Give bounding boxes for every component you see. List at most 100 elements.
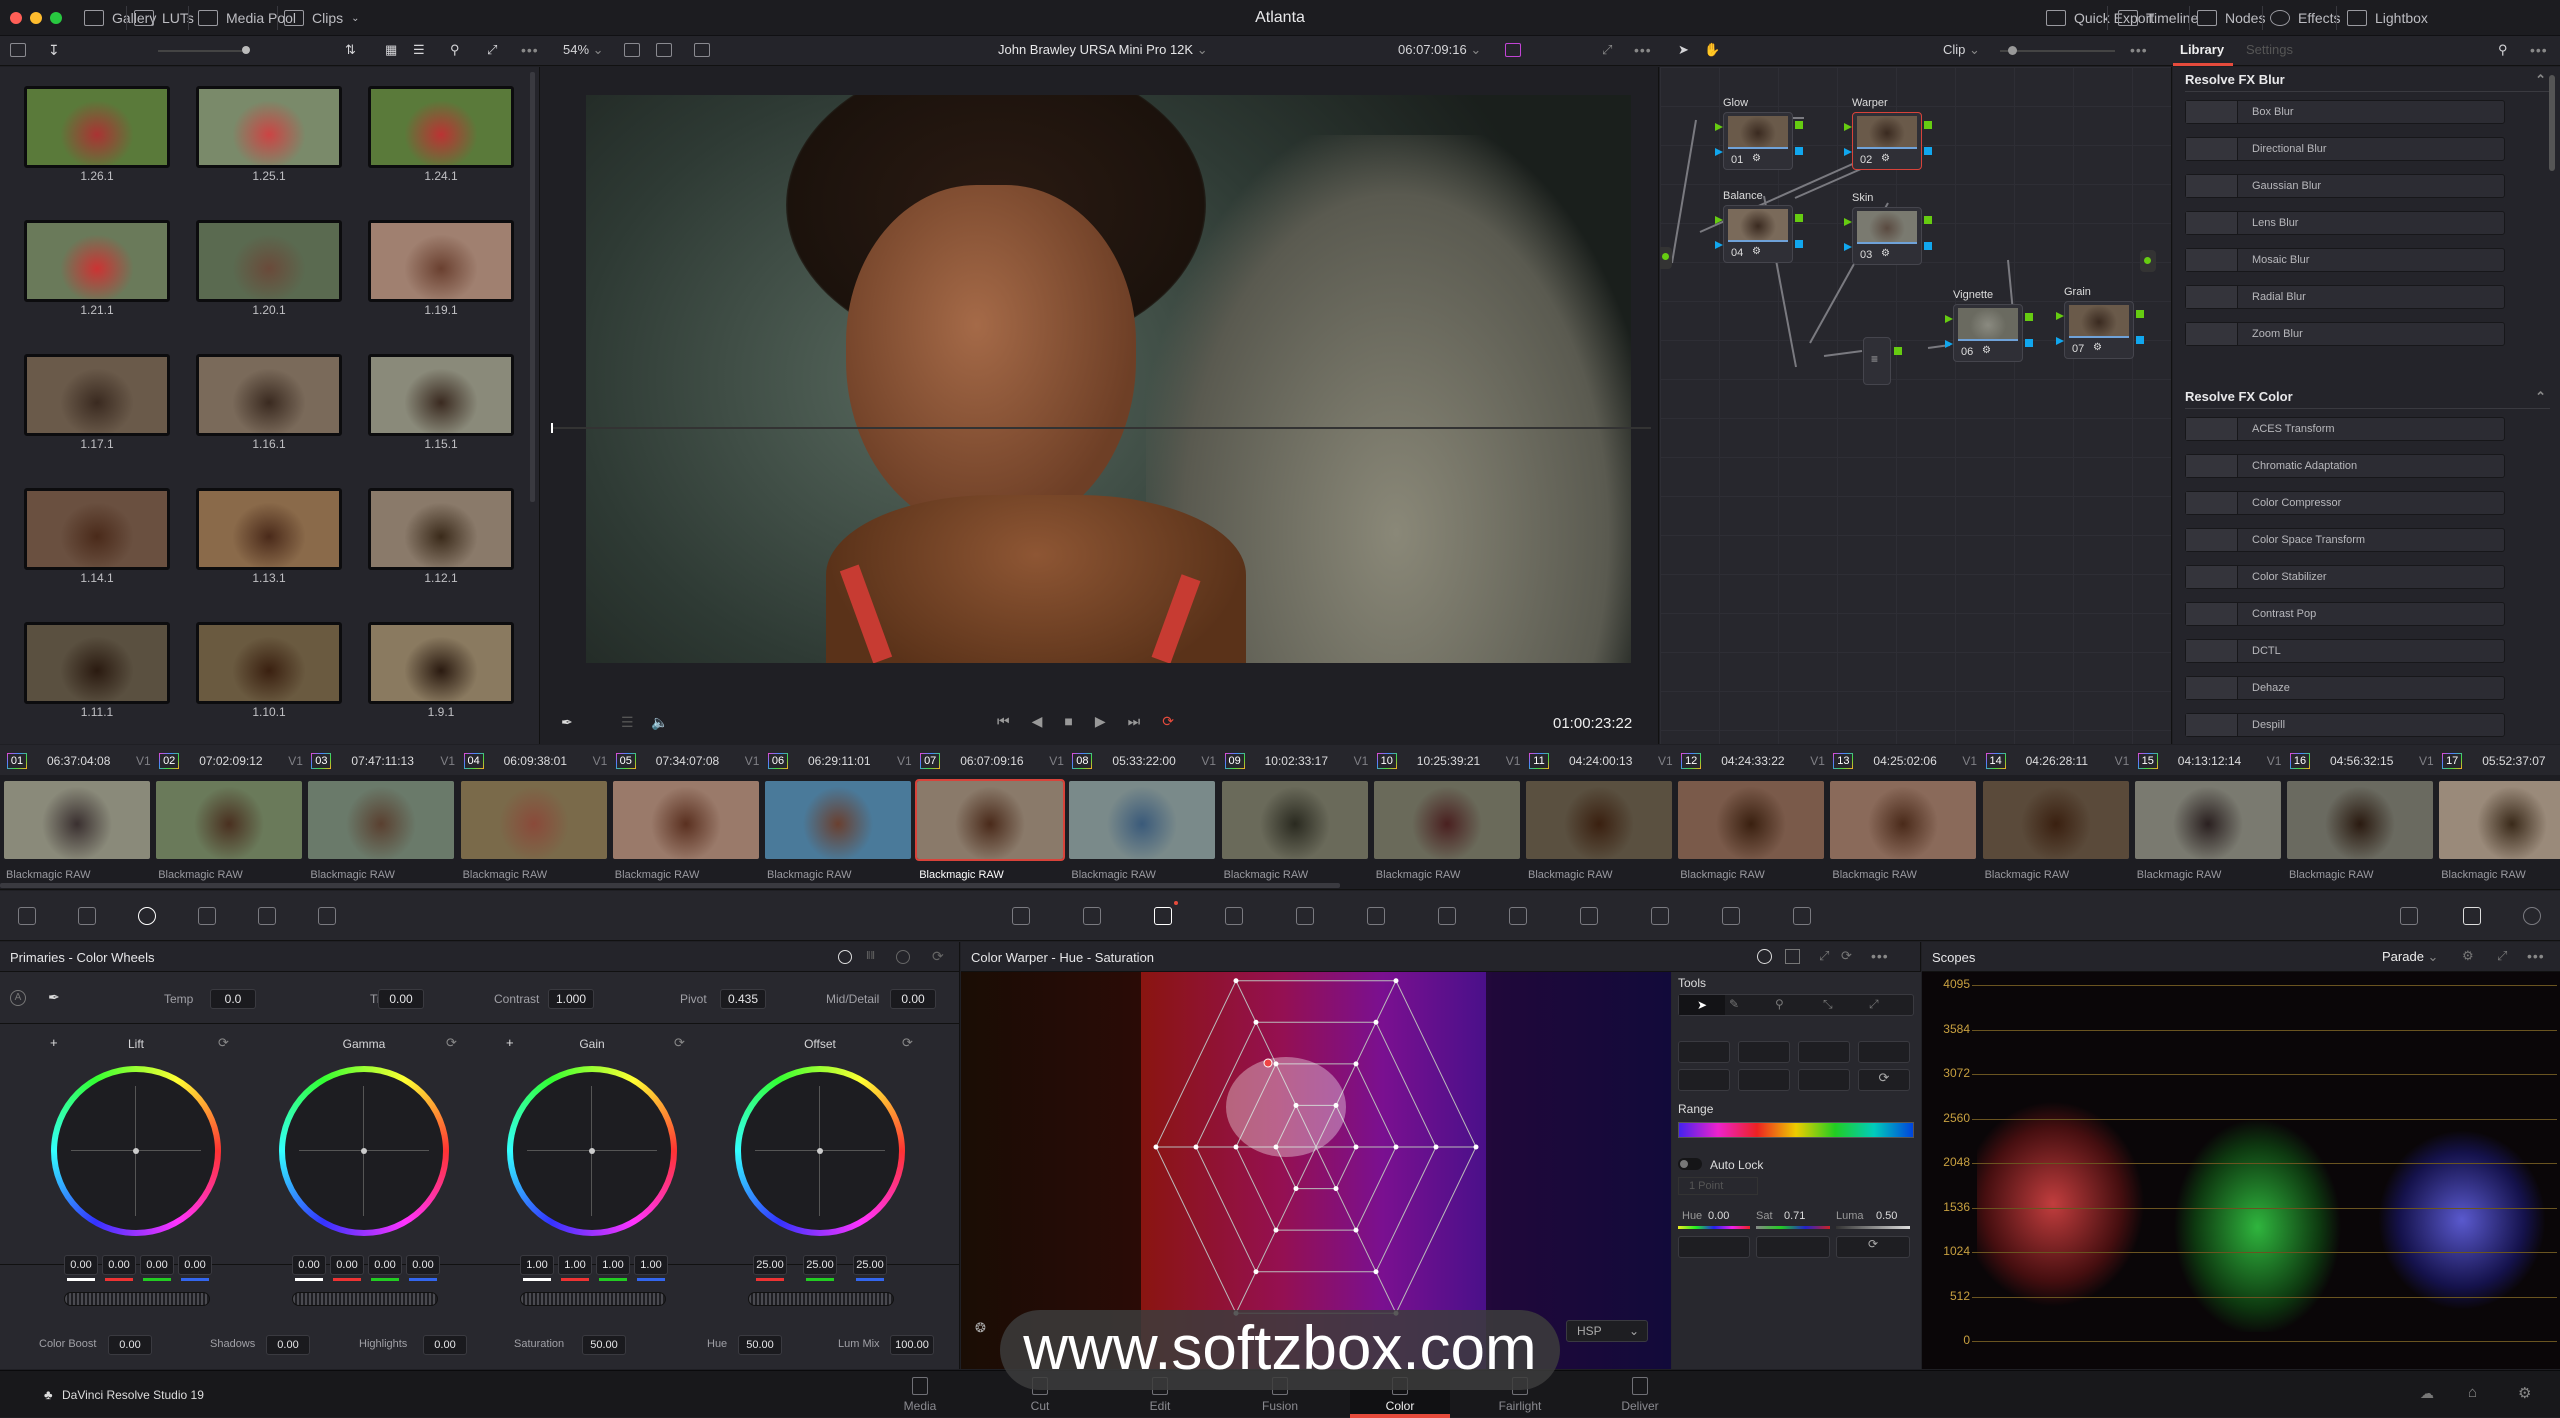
wheel-value[interactable]: 1.00 [596,1255,630,1275]
gallery-scrollbar[interactable] [530,72,535,502]
proxy-icon[interactable] [1505,43,1521,57]
sat-value[interactable]: 0.71 [1784,1210,1805,1222]
grid-overlay-icon[interactable] [656,43,672,57]
picker-crosshair-icon[interactable]: + [50,1035,58,1050]
effect-item[interactable]: Directional Blur [2185,137,2505,161]
clip-thumbnail[interactable] [2287,781,2433,859]
motion-effects-icon[interactable] [318,907,336,925]
effect-item[interactable]: Color Compressor [2185,491,2505,515]
gallery-still[interactable] [196,86,342,168]
master-wheel[interactable] [64,1292,210,1306]
clip-thumbnail[interactable] [1678,781,1825,859]
sizing-icon[interactable] [1580,907,1598,925]
clip-number[interactable]: 05 [615,753,636,769]
window-icon[interactable] [1225,907,1243,925]
picker-crosshair-icon[interactable]: + [506,1035,514,1050]
blur-icon[interactable] [1438,907,1456,925]
effects-toggle[interactable]: Effects [2270,8,2341,28]
clip-thumbnail[interactable] [1982,781,2129,859]
wheel-value[interactable]: 0.00 [368,1255,402,1275]
clip-thumbnail[interactable] [2439,781,2560,859]
mesh-point[interactable] [1353,1227,1359,1233]
mixer-output[interactable] [1894,347,1902,355]
scope-mode-select[interactable]: Parade ⌄ [2382,949,2438,965]
magic-mask-icon[interactable] [1367,907,1385,925]
gallery-still[interactable] [368,354,514,436]
clip-number[interactable]: 08 [1072,753,1093,769]
select-tool-icon[interactable]: ➤ [1679,995,1725,1015]
scope-expand-icon[interactable]: ⤢ [2497,948,2507,964]
clip-number[interactable]: 14 [1985,753,2006,769]
wheel-handle[interactable] [133,1148,139,1154]
chroma-luma-mode-icon[interactable] [1785,949,1800,964]
adjust-value[interactable]: 0.00 [266,1335,310,1355]
adjust-value[interactable]: 0.00 [423,1335,467,1355]
loop-icon[interactable]: ⟳ [1162,713,1188,730]
clip-number[interactable]: 02 [159,753,180,769]
stereo-icon[interactable] [1722,907,1740,925]
node-mode-select[interactable]: Clip ⌄ [1943,42,1980,58]
clip-thumbnail[interactable] [915,779,1066,861]
picker-icon[interactable]: ✒ [48,989,60,1006]
auto-lock-toggle[interactable] [1678,1158,1702,1170]
layers-icon[interactable]: ☰ [621,714,634,731]
reset-icon[interactable]: ⟳ [674,1035,685,1051]
fullscreen-viewer-icon[interactable]: ⤢ [1602,42,1612,58]
adjust-value[interactable]: 0.00 [890,989,936,1009]
adjust-value[interactable]: 0.00 [108,1335,152,1355]
key-output[interactable] [1924,147,1932,155]
wheel-value[interactable]: 0.00 [406,1255,440,1275]
scrubber-bar[interactable] [551,423,1651,433]
expand-icon[interactable]: ⤢ [1819,948,1829,964]
reset-icon[interactable]: ⟳ [218,1035,229,1051]
key-input[interactable] [1844,148,1852,156]
wheel-handle[interactable] [817,1148,823,1154]
clip-thumbnail[interactable] [765,781,911,859]
library-options-icon[interactable]: ••• [2530,42,2548,58]
lasso-select-button[interactable] [1738,1069,1790,1091]
wheel-value[interactable]: 25.00 [803,1255,837,1275]
swap-points-button[interactable] [1798,1041,1850,1063]
last-frame-icon[interactable]: ⏭ [1128,713,1155,730]
viewer-options-icon[interactable]: ••• [1634,42,1652,58]
effect-item[interactable]: Box Blur [2185,100,2505,124]
clip-thumbnail[interactable] [1069,781,1216,859]
effect-item[interactable]: Zoom Blur [2185,322,2505,346]
rgb-input[interactable] [1844,218,1852,226]
wheel-value[interactable]: 0.00 [140,1255,174,1275]
effect-item[interactable]: Lens Blur [2185,211,2505,235]
tab-settings[interactable]: Settings [2246,42,2293,57]
pointer-tool-icon[interactable]: ➤ [1678,42,1689,58]
library-search-icon[interactable]: ⚲ [2498,42,2508,58]
maximize-window-button[interactable] [50,12,62,24]
luts-toggle[interactable]: LUTs [134,8,194,28]
bars-mode-icon[interactable]: ‖‖ [866,950,875,962]
effect-item[interactable]: ACES Transform [2185,417,2505,441]
expand-tool-icon[interactable]: ⤢ [1869,997,1879,1012]
wheel-value[interactable]: 0.00 [102,1255,136,1275]
reset-mesh-button[interactable]: ⟳ [1858,1069,1910,1091]
clip-thumbnail[interactable] [308,781,455,859]
rgb-input[interactable] [2056,312,2064,320]
reset-icon[interactable]: ⟳ [1841,948,1852,964]
more-options-icon[interactable]: ••• [521,42,539,58]
clip-strip-scrollbar[interactable] [0,883,1340,888]
gallery-still[interactable] [368,622,514,704]
volume-icon[interactable]: 🔈 [651,714,668,731]
wheel-value[interactable]: 0.00 [64,1255,98,1275]
clip-thumbnail[interactable] [2134,781,2281,859]
reset-icon[interactable]: ⟳ [902,1035,913,1051]
mesh-point[interactable] [1353,1144,1359,1150]
effect-item[interactable]: DCTL [2185,639,2505,663]
clip-title-select[interactable]: John Brawley URSA Mini Pro 12K ⌄ [998,42,1208,58]
key-input[interactable] [1844,243,1852,251]
wheel-value[interactable]: 1.00 [634,1255,668,1275]
clip-number[interactable]: 17 [2442,753,2463,769]
timecode-select[interactable]: 06:07:09:16 ⌄ [1398,42,1481,58]
gallery-still[interactable] [368,488,514,570]
rgb-mixer-icon[interactable] [258,907,276,925]
key-output[interactable] [1924,242,1932,250]
info-icon[interactable] [2523,907,2541,925]
clip-thumbnail[interactable] [1373,781,1520,859]
clip-number[interactable]: 15 [2137,753,2158,769]
